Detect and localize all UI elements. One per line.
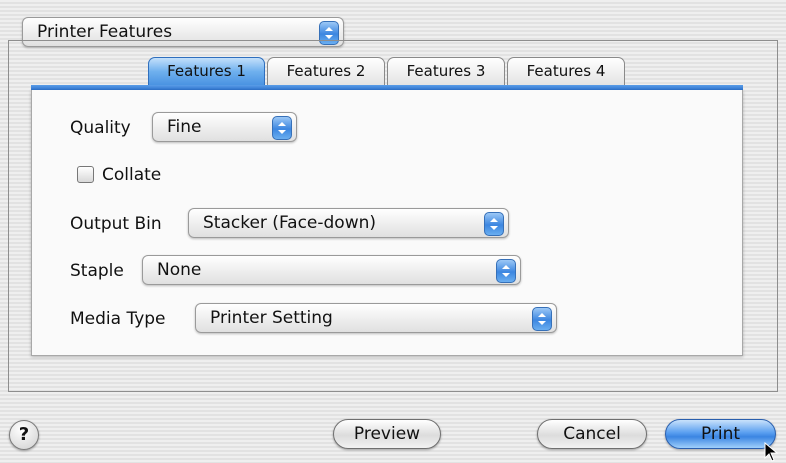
media-type-label: Media Type [70,309,166,329]
up-down-arrows-icon [484,212,504,236]
mouse-pointer-icon [764,442,779,462]
staple-label: Staple [70,261,124,281]
media-type-popup[interactable]: Printer Setting [195,303,557,333]
output-bin-label: Output Bin [70,214,162,234]
quality-popup-value: Fine [167,117,202,137]
print-button[interactable]: Print [665,419,776,449]
collate-label[interactable]: Collate [102,164,161,186]
tab-features-2[interactable]: Features 2 [267,57,385,85]
printer-features-popup-label: Printer Features [37,22,173,42]
quality-label: Quality [70,118,131,138]
help-button[interactable]: ? [9,420,39,450]
tab-features-3[interactable]: Features 3 [387,57,505,85]
staple-popup[interactable]: None [142,255,521,285]
cancel-button[interactable]: Cancel [537,419,647,449]
preview-button[interactable]: Preview [333,419,441,449]
quality-popup[interactable]: Fine [152,112,297,142]
output-bin-popup-value: Stacker (Face-down) [203,213,377,233]
tab-features-1[interactable]: Features 1 [148,57,265,85]
up-down-arrows-icon [532,307,552,331]
media-type-popup-value: Printer Setting [210,308,333,328]
collate-checkbox[interactable] [77,166,94,183]
tab-features-4[interactable]: Features 4 [507,57,625,85]
output-bin-popup[interactable]: Stacker (Face-down) [188,208,509,238]
staple-popup-value: None [157,260,202,280]
up-down-arrows-icon [272,116,292,140]
up-down-arrows-icon [496,259,516,283]
